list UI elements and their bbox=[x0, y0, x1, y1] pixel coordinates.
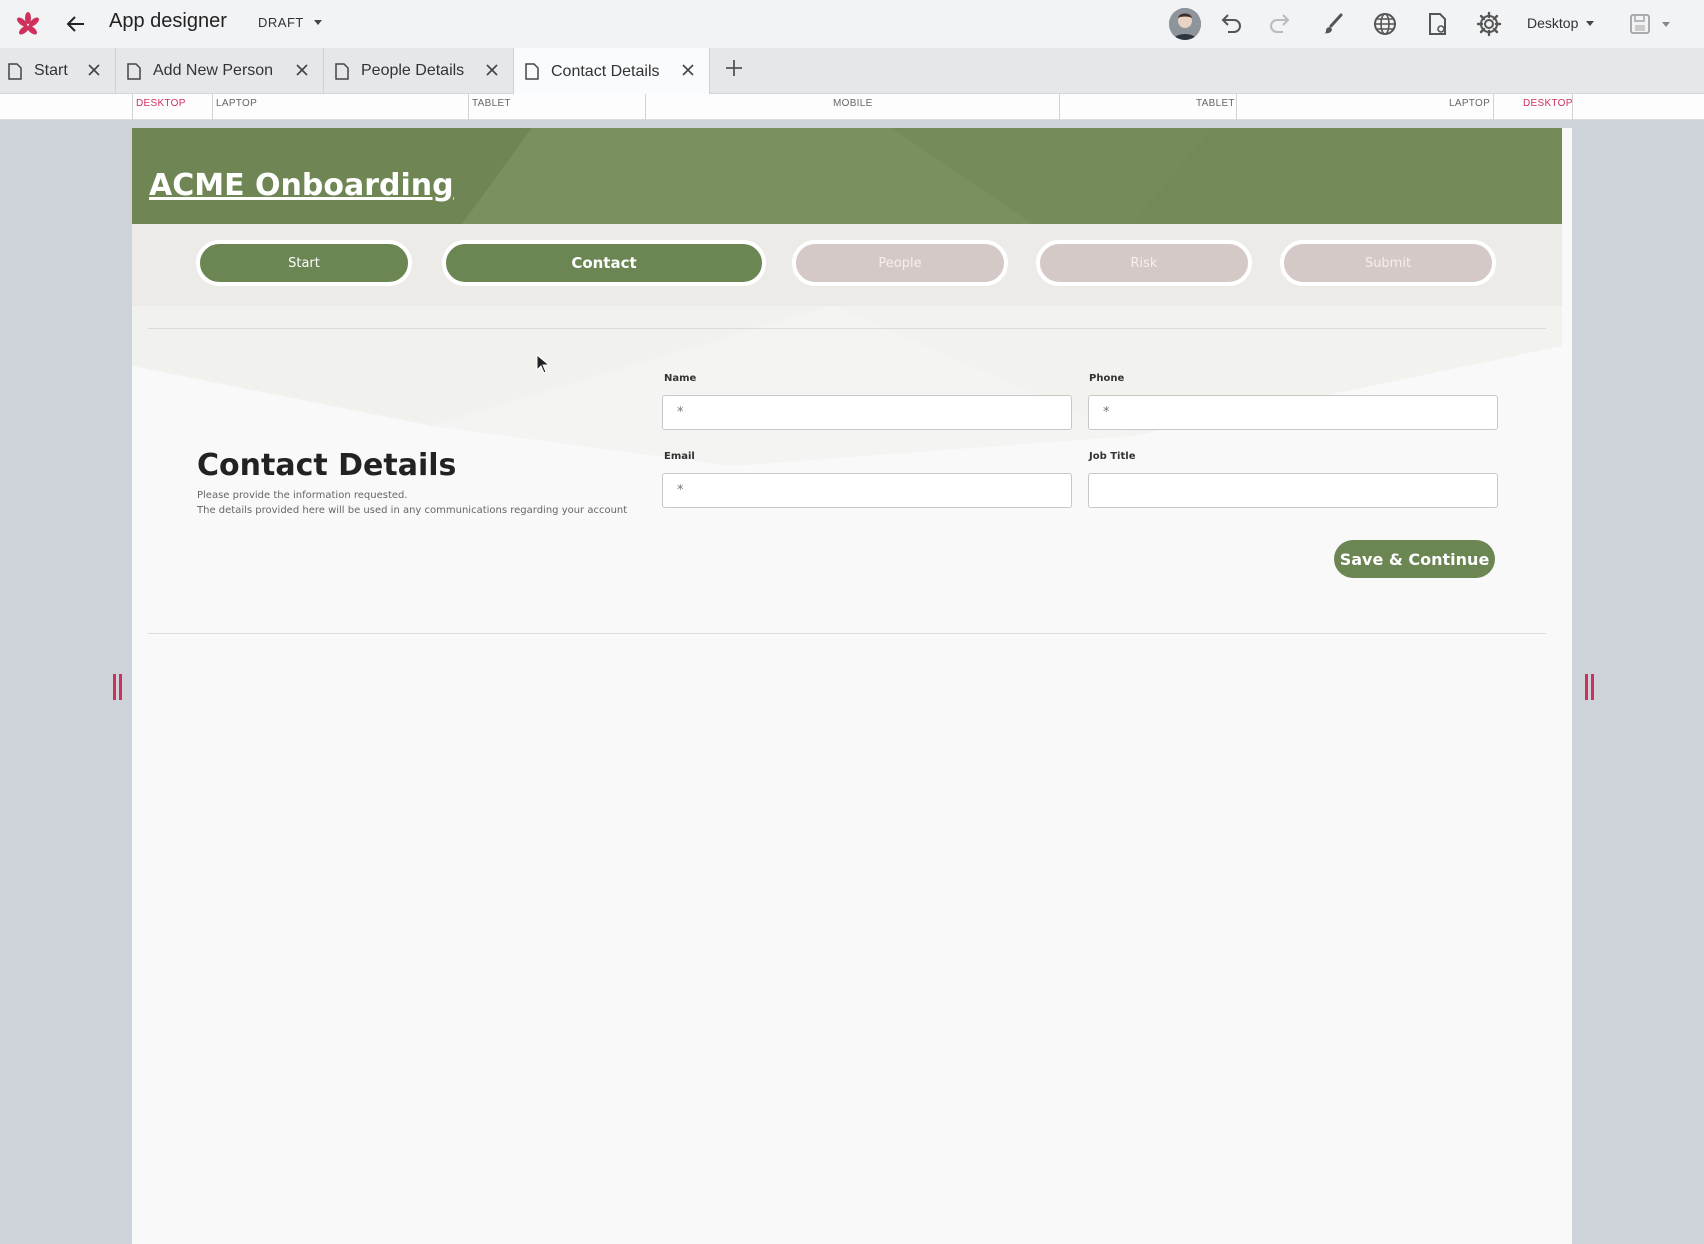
chevron-down-icon bbox=[313, 20, 322, 25]
page-canvas: ACME Onboarding Start Contact People Ris… bbox=[132, 128, 1572, 1244]
close-icon[interactable] bbox=[681, 63, 695, 77]
breakpoint-ruler: DESKTOP LAPTOP TABLET MOBILE TABLET LAPT… bbox=[0, 94, 1704, 120]
name-field[interactable] bbox=[662, 395, 1072, 430]
avatar[interactable] bbox=[1169, 8, 1201, 40]
breakpoint-laptop-right[interactable]: LAPTOP bbox=[1449, 98, 1490, 109]
page-tabs: Start Add New Person People Details Cont… bbox=[0, 48, 1704, 95]
section-divider-bottom bbox=[148, 633, 1546, 634]
save-icon bbox=[1630, 14, 1650, 34]
device-label: Desktop bbox=[1527, 15, 1579, 31]
step-risk[interactable]: Risk bbox=[1036, 240, 1252, 286]
step-contact[interactable]: Contact bbox=[442, 240, 766, 286]
close-icon[interactable] bbox=[485, 63, 499, 77]
tab-add-new-person[interactable]: Add New Person bbox=[116, 48, 324, 94]
name-label: Name bbox=[664, 373, 697, 384]
gear-icon[interactable] bbox=[1476, 11, 1502, 37]
app-title: App designer bbox=[109, 10, 227, 32]
breakpoint-desktop-right[interactable]: DESKTOP bbox=[1523, 98, 1573, 109]
status-label: DRAFT bbox=[258, 15, 304, 30]
tab-start[interactable]: Start bbox=[0, 48, 116, 94]
section-divider-top bbox=[148, 328, 1546, 329]
hero-banner: ACME Onboarding bbox=[132, 128, 1562, 224]
document-icon bbox=[127, 62, 141, 80]
logo-icon[interactable] bbox=[16, 10, 40, 38]
section-title[interactable]: Contact Details bbox=[197, 448, 456, 483]
document-icon bbox=[525, 63, 539, 80]
tab-label: Add New Person bbox=[153, 62, 274, 79]
job-title-field[interactable] bbox=[1088, 473, 1498, 508]
chevron-down-icon bbox=[1662, 21, 1670, 27]
document-icon bbox=[335, 62, 349, 80]
hero-title[interactable]: ACME Onboarding bbox=[149, 168, 454, 203]
device-dropdown[interactable]: Desktop bbox=[1527, 15, 1595, 31]
save-dropdown[interactable] bbox=[1628, 12, 1670, 36]
breakpoint-tablet-left[interactable]: TABLET bbox=[472, 98, 511, 109]
save-continue-button[interactable]: Save & Continue bbox=[1334, 540, 1495, 578]
add-tab-icon[interactable] bbox=[724, 58, 744, 78]
tab-people-details[interactable]: People Details bbox=[324, 48, 514, 94]
tab-label: Contact Details bbox=[551, 62, 660, 80]
step-navigation: Start Contact People Risk Submit bbox=[132, 224, 1562, 306]
back-arrow-icon[interactable] bbox=[64, 12, 88, 36]
tab-label: Start bbox=[34, 62, 68, 79]
breakpoint-desktop-left[interactable]: DESKTOP bbox=[136, 98, 186, 109]
section-subtitle-2: The details provided here will be used i… bbox=[197, 505, 628, 516]
mouse-cursor-icon bbox=[536, 354, 550, 374]
status-dropdown[interactable]: DRAFT bbox=[258, 15, 322, 30]
breakpoint-tablet-right[interactable]: TABLET bbox=[1196, 98, 1235, 109]
email-field[interactable] bbox=[662, 473, 1072, 508]
tab-label: People Details bbox=[361, 62, 465, 79]
top-bar: App designer DRAFT Desktop bbox=[0, 0, 1704, 48]
document-icon bbox=[8, 62, 22, 80]
phone-field[interactable] bbox=[1088, 395, 1498, 430]
paintbrush-icon[interactable] bbox=[1320, 11, 1346, 37]
email-label: Email bbox=[664, 451, 695, 462]
redo-icon[interactable] bbox=[1268, 11, 1294, 37]
close-icon[interactable] bbox=[87, 63, 101, 77]
resize-handle-left[interactable] bbox=[113, 674, 123, 700]
globe-icon[interactable] bbox=[1372, 11, 1398, 37]
chevron-down-icon bbox=[1586, 20, 1595, 26]
step-start[interactable]: Start bbox=[196, 240, 412, 286]
step-submit[interactable]: Submit bbox=[1280, 240, 1496, 286]
tab-contact-details[interactable]: Contact Details bbox=[514, 48, 710, 95]
breakpoint-laptop-left[interactable]: LAPTOP bbox=[216, 98, 257, 109]
breakpoint-mobile[interactable]: MOBILE bbox=[833, 98, 873, 109]
phone-label: Phone bbox=[1089, 373, 1125, 384]
step-people[interactable]: People bbox=[792, 240, 1008, 286]
close-icon[interactable] bbox=[295, 63, 309, 77]
job-title-label: Job Title bbox=[1089, 451, 1136, 462]
undo-icon[interactable] bbox=[1217, 11, 1243, 37]
section-subtitle-1: Please provide the information requested… bbox=[197, 490, 408, 501]
resize-handle-right[interactable] bbox=[1585, 674, 1595, 700]
page-settings-icon[interactable] bbox=[1424, 11, 1450, 37]
